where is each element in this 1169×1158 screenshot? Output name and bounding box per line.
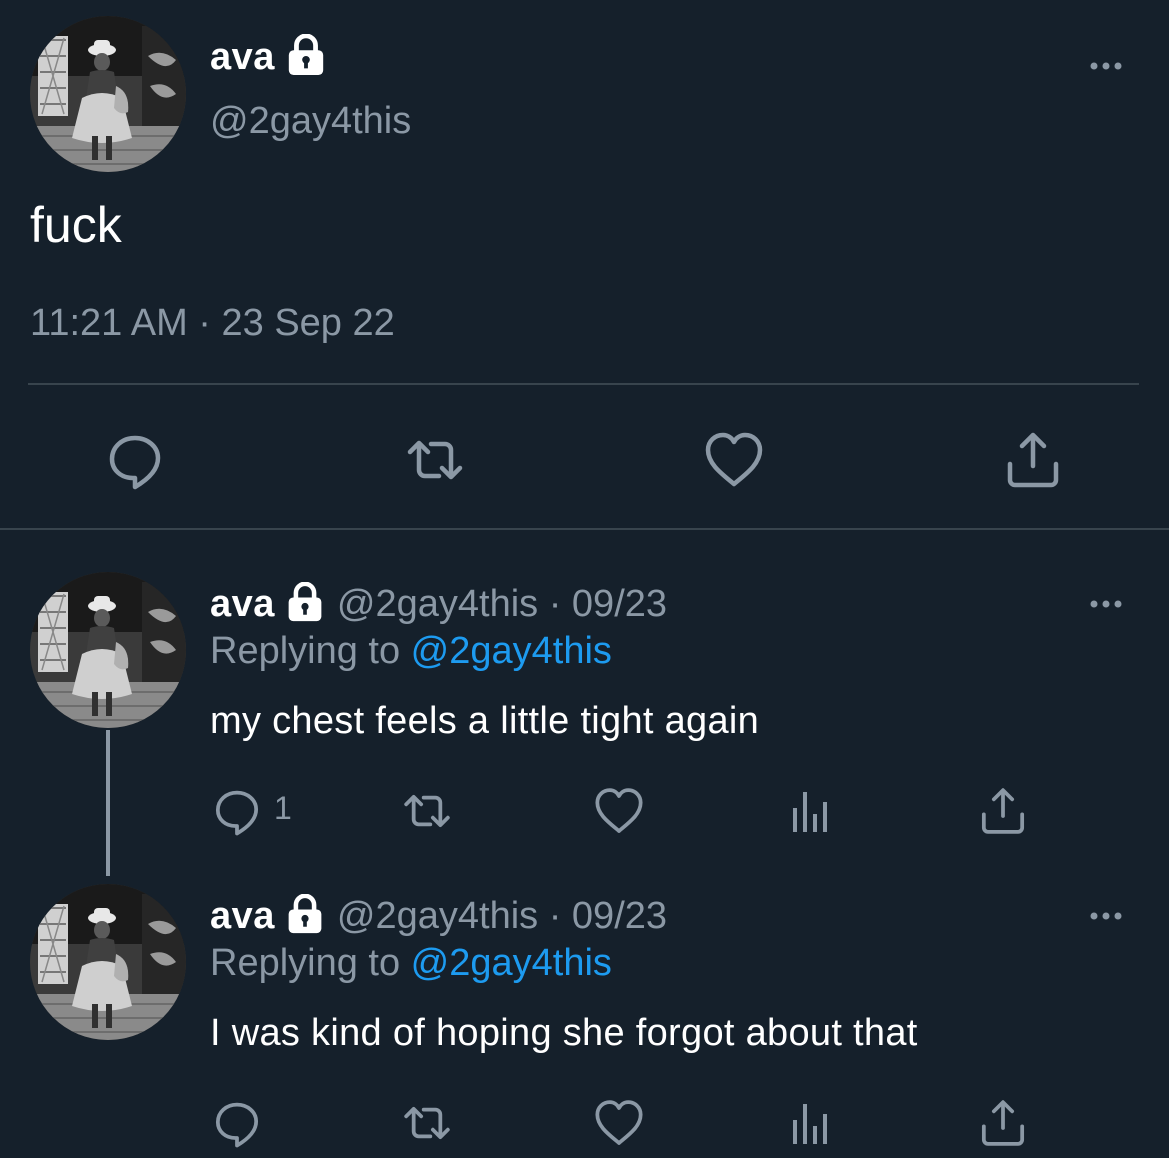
lock-icon: [285, 34, 327, 81]
author-handle[interactable]: @2gay4this: [210, 100, 411, 143]
reply-tweet[interactable]: ava @2gay4this · 09/23 Replying to @2gay…: [0, 572, 1169, 884]
more-options-icon[interactable]: [1086, 56, 1126, 76]
replying-to-label: Replying to: [210, 942, 411, 984]
lock-icon: [285, 894, 325, 939]
analytics-icon[interactable]: [787, 786, 837, 836]
reply-icon[interactable]: [212, 1098, 262, 1148]
reply-header: ava @2gay4this · 09/23: [210, 582, 667, 627]
reply-text: I was kind of hoping she forgot about th…: [210, 1012, 918, 1054]
tweet-text: fuck: [30, 197, 122, 253]
display-name[interactable]: ava: [210, 895, 275, 938]
handle-and-date: @2gay4this · 09/23: [336, 895, 668, 937]
divider: [28, 383, 1139, 385]
more-options-icon[interactable]: [1086, 594, 1126, 614]
reply-header: ava @2gay4this · 09/23: [210, 894, 667, 939]
divider: [0, 528, 1169, 530]
analytics-icon[interactable]: [787, 1098, 837, 1148]
replying-to: Replying to @2gay4this: [210, 942, 612, 985]
reply-icon[interactable]: [212, 786, 262, 836]
reply-text: my chest feels a little tight again: [210, 700, 760, 742]
thread-connector: [106, 730, 110, 876]
retweet-icon[interactable]: [405, 430, 465, 490]
avatar[interactable]: [30, 884, 186, 1040]
author-name-row: ava: [210, 34, 327, 81]
share-icon[interactable]: [1003, 430, 1063, 490]
share-icon[interactable]: [978, 786, 1028, 836]
more-options-icon[interactable]: [1086, 906, 1126, 926]
display-name[interactable]: ava: [210, 36, 275, 79]
main-tweet: ava @2gay4this fuck 11:21 AM · 23 Sep 22: [0, 0, 1169, 530]
replying-to-label: Replying to: [210, 630, 411, 672]
tweet-timestamp[interactable]: 11:21 AM · 23 Sep 22: [30, 302, 395, 345]
retweet-icon[interactable]: [402, 1098, 452, 1148]
reply-icon[interactable]: [105, 430, 165, 490]
like-icon[interactable]: [594, 786, 644, 836]
replying-to-mention[interactable]: @2gay4this: [411, 630, 612, 672]
reply-count: 1: [274, 790, 292, 826]
lock-icon: [285, 582, 325, 627]
avatar[interactable]: [30, 16, 186, 172]
share-icon[interactable]: [978, 1098, 1028, 1148]
replying-to: Replying to @2gay4this: [210, 630, 612, 673]
reply-tweet[interactable]: ava @2gay4this · 09/23 Replying to @2gay…: [0, 884, 1169, 1158]
replying-to-mention[interactable]: @2gay4this: [411, 942, 612, 984]
retweet-icon[interactable]: [402, 786, 452, 836]
like-icon[interactable]: [594, 1098, 644, 1148]
display-name[interactable]: ava: [210, 583, 275, 626]
handle-and-date: @2gay4this · 09/23: [336, 583, 668, 625]
tweet-thread-screen: ava @2gay4this fuck 11:21 AM · 23 Sep 22: [0, 0, 1169, 1158]
avatar[interactable]: [30, 572, 186, 728]
like-icon[interactable]: [704, 430, 764, 490]
